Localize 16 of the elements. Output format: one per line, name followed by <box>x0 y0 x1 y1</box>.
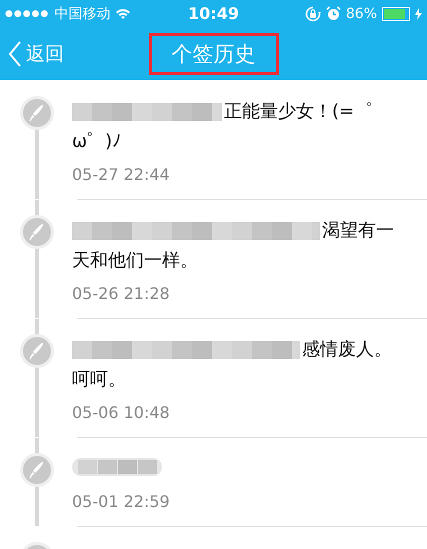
chevron-left-icon <box>8 40 22 66</box>
alarm-clock-icon <box>326 6 341 21</box>
battery-percent: 86% <box>346 6 377 22</box>
entry-date: 05-06 10:48 <box>72 403 171 423</box>
carrier-name: 中国移动 <box>54 4 110 22</box>
battery-icon <box>382 6 410 20</box>
entry-date: 05-01 22:59 <box>72 492 171 512</box>
entry-date: 05-26 21:28 <box>72 284 171 304</box>
rotation-lock-icon <box>304 6 321 22</box>
back-button[interactable]: 返回 <box>0 40 64 66</box>
signal-dots: ●●●●● <box>5 8 50 18</box>
page-title: 个签历史 <box>148 32 278 74</box>
entry-date: 05-27 22:44 <box>72 165 171 185</box>
charging-bolt-icon <box>415 8 422 20</box>
wifi-icon <box>115 8 132 20</box>
clock-time: 10:49 <box>188 4 239 23</box>
